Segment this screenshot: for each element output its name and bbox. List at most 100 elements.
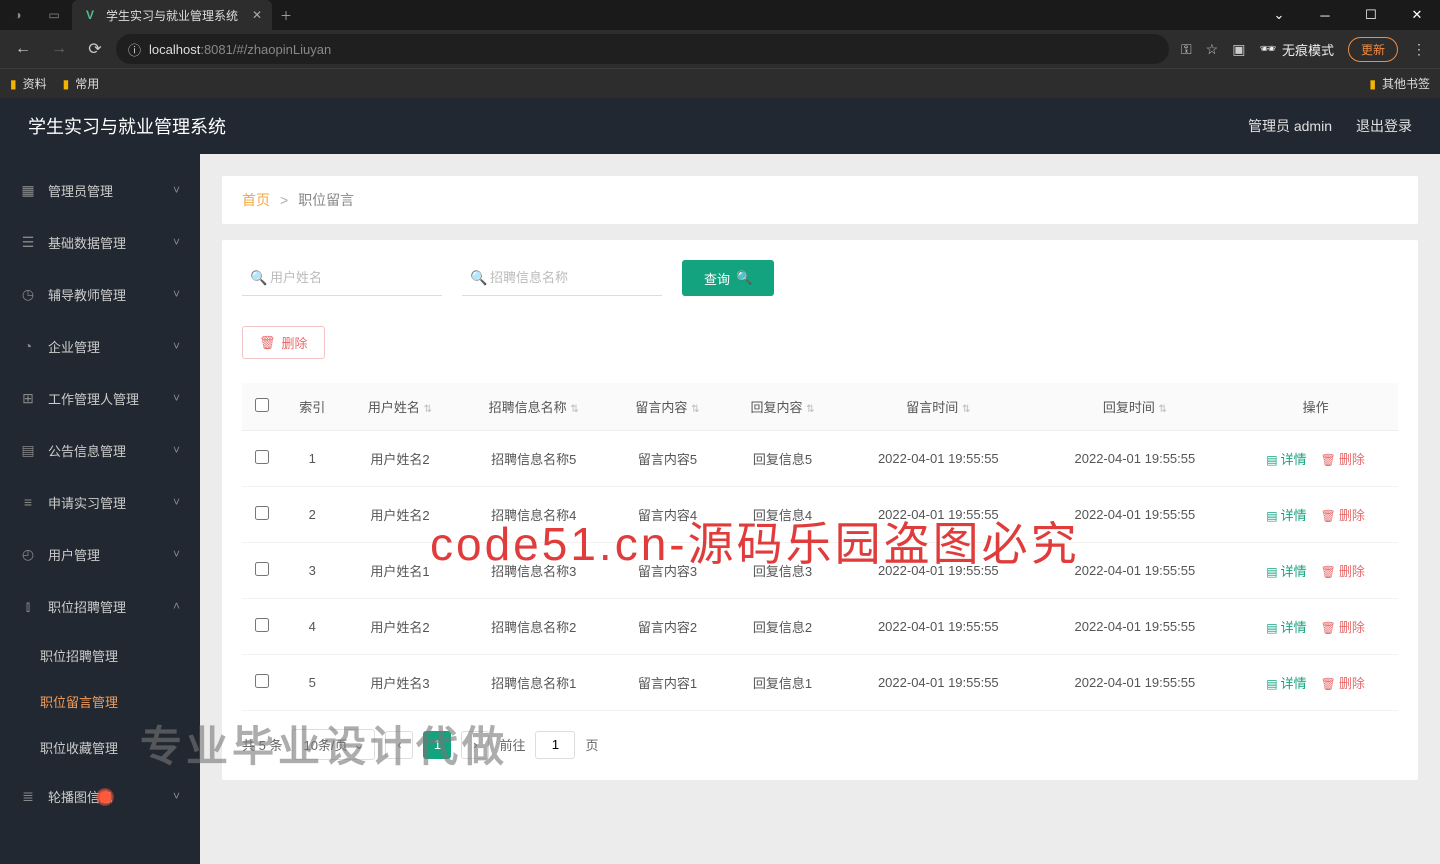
row-checkbox[interactable] [255,562,269,576]
incognito-icon: 🕶 [1259,41,1276,57]
search-icon: 🔍 [250,270,267,287]
pager-total: 共 5 条 [242,735,282,754]
sort-icon[interactable]: ⇅ [424,404,432,415]
logout-link[interactable]: 退出登录 [1356,116,1412,136]
sidebar-item[interactable]: ⊞ 工作管理人管理 ˅ [0,372,200,424]
chevron-down-icon: ⌄ [354,737,365,753]
query-label: 查询 [704,269,730,288]
extensions-icon[interactable]: ▣ [1232,41,1245,58]
update-button[interactable]: 更新 [1348,37,1398,62]
minimize-button[interactable]: ─ [1302,0,1348,30]
cell-rtime: 2022-04-01 19:55:55 [1037,431,1234,487]
jobname-input[interactable] [462,260,662,296]
sidebar-label: 职位招聘管理 [48,597,126,616]
detail-link[interactable]: ▤详情 [1266,564,1306,579]
trash-icon: 🗑 [1321,565,1336,579]
cell-rtime: 2022-04-01 19:55:55 [1037,655,1234,711]
delete-link[interactable]: 🗑删除 [1321,676,1365,691]
prev-page-button[interactable]: ‹ [385,731,413,759]
detail-link[interactable]: ▤详情 [1266,452,1306,467]
cell-mtime: 2022-04-01 19:55:55 [840,543,1037,599]
cell-mtime: 2022-04-01 19:55:55 [840,655,1037,711]
chevron-down-icon: ˅ [173,391,180,405]
back-button[interactable]: ← [8,34,38,64]
sidebar-subitem[interactable]: 职位收藏管理 [0,724,200,770]
page-1-button[interactable]: 1 [423,731,451,759]
delete-link[interactable]: 🗑删除 [1321,452,1365,467]
sidebar-item[interactable]: ▤公告信息管理˅ [0,424,200,476]
cell-msg: 留言内容5 [610,431,725,487]
search-icon: 🔍 [470,270,487,287]
menu-icon[interactable]: ⋮ [1412,41,1426,58]
row-checkbox[interactable] [255,618,269,632]
bookmark-folder-2[interactable]: ▮常用 [63,75,100,92]
forward-button[interactable]: → [44,34,74,64]
detail-link[interactable]: ▤详情 [1266,508,1306,523]
folder-icon: ▮ [1369,77,1376,91]
next-page-button[interactable]: › [461,731,489,759]
sidebar-item[interactable]: ☰基础数据管理˅ [0,216,200,268]
sidebar-item[interactable]: ⫾职位招聘管理˄ [0,580,200,632]
detail-link[interactable]: ▤详情 [1266,620,1306,635]
sort-icon[interactable]: ⇅ [691,404,699,415]
other-bookmarks[interactable]: ▮其他书签 [1369,75,1430,92]
toolbar-icons: ⚿ ☆ ▣ 🕶 无痕模式 更新 ⋮ [1175,37,1432,62]
sidebar-label: 工作管理人管理 [48,389,139,408]
query-button[interactable]: 查询🔍 [682,260,774,296]
cell-msg: 留言内容2 [610,599,725,655]
cell-job: 招聘信息名称1 [457,655,609,711]
sidebar-item[interactable]: ◴用户管理˅ [0,528,200,580]
row-checkbox[interactable] [255,674,269,688]
delete-link[interactable]: 🗑删除 [1321,508,1365,523]
cell-msg: 留言内容3 [610,543,725,599]
sidebar-item[interactable]: ◷辅导教师管理˅ [0,268,200,320]
breadcrumb-home[interactable]: 首页 [242,190,270,210]
sidebar-item[interactable]: ▦管理员管理˅ [0,164,200,216]
row-checkbox[interactable] [255,450,269,464]
select-all-checkbox[interactable] [255,398,269,412]
cell-reply: 回复信息1 [725,655,840,711]
tab-history-icon[interactable]: ◑ [0,0,36,30]
star-icon[interactable]: ☆ [1206,41,1219,58]
close-window-button[interactable]: ✕ [1394,0,1440,30]
tab-blank-icon[interactable]: ▭ [36,0,72,30]
tabs-dropdown-icon[interactable]: ⌄ [1256,0,1302,30]
sidebar-label: 公告信息管理 [48,441,126,460]
new-tab-button[interactable]: ＋ [272,7,300,24]
detail-link[interactable]: ▤详情 [1266,676,1306,691]
menu-icon: ⊞ [20,390,36,407]
row-checkbox[interactable] [255,506,269,520]
browser-tab-active[interactable]: V 学生实习与就业管理系统 ✕ [72,0,272,30]
sort-icon[interactable]: ⇅ [806,404,814,415]
col-msg: 留言内容 [635,400,687,415]
sort-icon[interactable]: ⇅ [1159,404,1167,415]
page-size-select[interactable]: 10条/页⌄ [292,729,375,760]
url-input[interactable]: ⓘ localhost:8081/#/zhaopinLiuyan [116,34,1169,64]
reload-button[interactable]: ⟳ [80,34,110,64]
data-table: 索引 用户姓名 ⇅ 招聘信息名称 ⇅ 留言内容 ⇅ 回复内容 ⇅ 留言时间 ⇅ … [242,383,1398,711]
sidebar-item[interactable]: ◔企业管理˅ [0,320,200,372]
sort-icon[interactable]: ⇅ [570,404,578,415]
bookmark-folder-1[interactable]: ▮资料 [10,75,47,92]
sidebar-subitem[interactable]: 职位招聘管理 [0,632,200,678]
username-input[interactable] [242,260,442,296]
goto-page-input[interactable] [535,731,575,759]
sidebar-item[interactable]: ≡申请实习管理˅ [0,476,200,528]
tab-strip: ◑ ▭ V 学生实习与就业管理系统 ✕ ＋ [0,0,1256,30]
cell-ops: ▤详情 🗑删除 [1233,543,1398,599]
delete-link[interactable]: 🗑删除 [1321,564,1365,579]
sort-icon[interactable]: ⇅ [962,404,970,415]
address-bar: ← → ⟳ ⓘ localhost:8081/#/zhaopinLiuyan ⚿… [0,30,1440,68]
bulk-delete-button[interactable]: 🗑删除 [242,326,325,359]
chevron-down-icon: ˅ [173,495,180,509]
menu-icon: ◴ [20,546,36,563]
sidebar-subitem[interactable]: 职位留言管理 [0,678,200,724]
key-icon[interactable]: ⚿ [1181,41,1192,58]
doc-icon: ▤ [1266,621,1277,635]
doc-icon: ▤ [1266,453,1277,467]
tab-title: 学生实习与就业管理系统 [106,7,244,24]
delete-link[interactable]: 🗑删除 [1321,620,1365,635]
maximize-button[interactable]: ☐ [1348,0,1394,30]
close-icon[interactable]: ✕ [252,8,262,22]
sidebar-item[interactable]: ≣轮播图信息˅ [0,770,200,822]
